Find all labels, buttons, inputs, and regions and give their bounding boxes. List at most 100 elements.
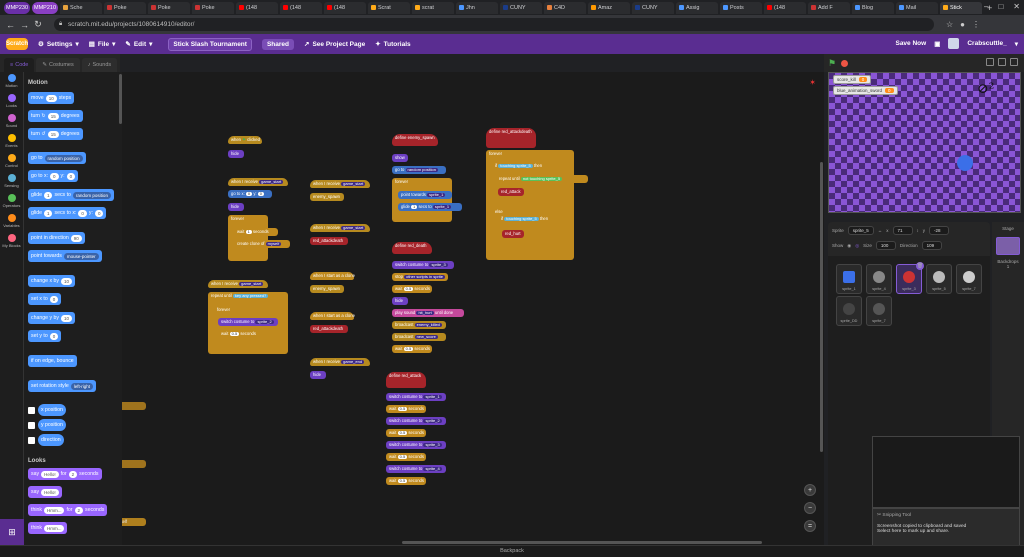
sprite-name-input[interactable]: sprite_5 [847,226,874,235]
small-stage-icon[interactable] [986,58,994,66]
broadcast-block[interactable]: enemy_spawn [310,193,344,202]
browser-tab[interactable]: Sche [60,1,102,14]
say-for-secs-block[interactable]: say Hello! for 2 seconds [28,468,102,480]
block-dropdown[interactable]: new_score [414,335,438,339]
block-input[interactable]: 0 [94,209,104,217]
code-vertical-scrollbar[interactable] [820,162,823,452]
save-now-button[interactable]: Save Now [895,40,926,47]
browser-tab[interactable]: Posts [720,1,762,14]
large-stage-icon[interactable] [998,58,1006,66]
block-input[interactable]: 0.5 [403,347,414,351]
block-dropdown[interactable]: sprite_4 [423,467,442,471]
point-towards-block[interactable]: point towards sprite_1 [398,191,452,200]
change-y-block[interactable]: change y by 10 [28,312,75,324]
block-input[interactable]: 0.5 [229,332,240,336]
block-dropdown[interactable]: sprite_2 [423,419,442,423]
forever-block[interactable]: forever [228,215,268,261]
stop-icon[interactable] [841,59,849,67]
block-input[interactable]: 10 [60,314,72,322]
sprite-thumbnail[interactable]: sprite_DD [836,296,862,326]
block-dropdown[interactable]: game_start [239,282,264,286]
glide-xy-block[interactable]: glide 1 secs to x: 0 y: 0 [28,207,107,219]
show-block[interactable]: show [392,154,408,163]
wait-block[interactable]: wait 0.5 seconds [392,285,432,294]
block-input[interactable]: 90 [70,234,82,242]
minimize-icon[interactable]: – [984,2,988,11]
direction-checkbox[interactable] [28,437,35,444]
browser-tab[interactable]: Poke [148,1,190,14]
move-steps-block[interactable]: move 10 steps [28,92,75,104]
category-motion[interactable]: Motion [0,74,23,92]
project-title-input[interactable]: Stick Slash Tournament [168,37,252,51]
change-x-block[interactable]: change x by 10 [28,275,75,287]
block-dropdown[interactable]: sprite_1 [427,193,446,197]
goto-block[interactable]: go to random position [28,152,86,164]
wait-block[interactable]: wait 0.5 seconds [386,405,426,414]
browser-tab[interactable]: Blog [852,1,894,14]
block-dropdown[interactable]: random position [72,191,111,199]
block-input[interactable]: 0 [49,295,59,303]
block-input[interactable]: 0.5 [403,287,414,291]
browser-tab[interactable]: Mail [896,1,938,14]
category-operators[interactable]: Operators [0,194,23,212]
block-input[interactable]: 15 [47,112,59,120]
wait-block[interactable]: wait 0.5 seconds [386,429,426,438]
block-input[interactable]: 0.5 [397,455,408,459]
browser-tab[interactable]: scrat [412,1,454,14]
block-dropdown[interactable]: game_start [259,180,284,184]
block-input[interactable]: 1 [245,230,252,234]
block-dropdown[interactable]: enemy_killed [414,323,442,327]
browser-tab[interactable]: Add F [808,1,850,14]
block-dropdown[interactable]: random position [44,154,83,162]
custom-call-block[interactable]: red_attackdeath [310,237,348,246]
if-else-block[interactable]: if touching sprite_5 then [492,162,570,206]
code-horizontal-scrollbar[interactable] [402,541,762,544]
size-input[interactable]: 100 [875,241,896,250]
category-my-blocks[interactable]: My Blocks [0,234,23,252]
block-dropdown[interactable]: sprite_3 [423,443,442,447]
broadcast-block[interactable]: enemy_spawn [310,285,344,294]
block-input[interactable]: 0 [49,332,59,340]
block-input[interactable]: Hmm... [43,506,65,514]
rotation-style-block[interactable]: set rotation style left-right [28,380,97,392]
username[interactable]: Crabscuttle_ [967,40,1006,47]
play-sound-block[interactable]: play sound hit_hurt until done [392,309,464,318]
point-direction-block[interactable]: point in direction 90 [28,232,85,244]
when-receive-block[interactable]: when I receive game_start [228,178,288,187]
green-flag-icon[interactable]: ⚑ [828,58,836,69]
turn-left-block[interactable]: turn ↺ 15 degrees [28,128,83,140]
block-input[interactable]: 0 [257,192,264,196]
scratch-logo[interactable]: Scratch [6,38,28,50]
block-dropdown[interactable]: sprite_5 [517,163,531,168]
forever-block[interactable]: forever [392,178,452,222]
category-events[interactable]: Events [0,134,23,152]
y-position-reporter[interactable]: y position [38,419,66,431]
my-stuff-icon[interactable]: ▣ [934,40,940,48]
block-dropdown[interactable]: any [242,293,248,298]
stop-block[interactable]: stop other scripts in sprite [392,273,448,282]
wait-block[interactable]: wait 0.5 seconds [386,453,426,462]
hide-block[interactable]: hide [310,371,326,380]
hide-block[interactable]: hide [228,150,244,159]
switch-costume-block[interactable]: switch costume to sprite_2 [218,318,278,327]
block-input[interactable]: Hello! [41,488,59,496]
think-for-secs-block[interactable]: think Hmm... for 2 seconds [28,504,108,516]
y-input[interactable]: -28 [929,226,950,235]
block-dropdown[interactable]: sprite_5 [523,216,537,221]
define-block[interactable]: define enemy_spawn [392,134,438,146]
x-input[interactable]: 71 [892,226,913,235]
wait-block[interactable]: wait 0.5 seconds [386,477,426,486]
when-receive-block[interactable]: when I receive game_end [310,358,370,367]
block-input[interactable]: 0 [78,209,87,217]
hide-block[interactable]: hide [392,297,408,306]
when-receive-block[interactable]: when I receive game_start [310,180,370,189]
browser-tab[interactable]: (148 [764,1,806,14]
block-dropdown[interactable]: hit_hurt [416,311,434,315]
create-clone-block[interactable]: create clone of myself [234,240,290,249]
sprite-thumbnail[interactable]: sprite_5 [926,264,952,294]
wait-block[interactable]: wait 0.5 seconds [218,330,258,339]
block-input[interactable]: 0 [66,172,76,180]
custom-call-block[interactable]: red_hurt [502,230,524,239]
block-input[interactable]: 0 [245,192,253,196]
block-input[interactable]: 1 [43,191,53,199]
